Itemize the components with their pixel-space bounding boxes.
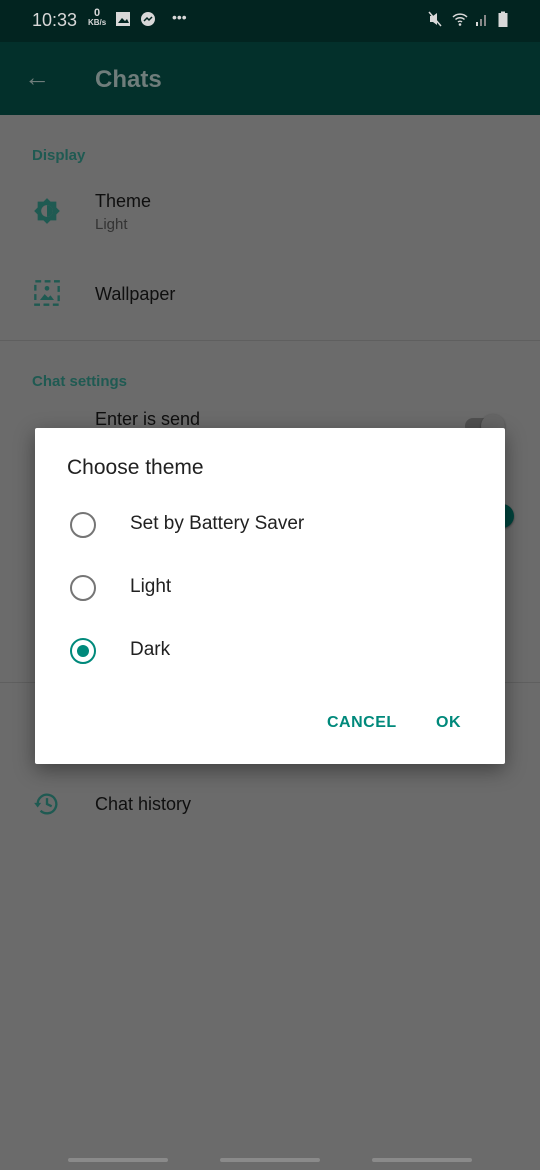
image-icon bbox=[116, 12, 130, 26]
section-chat-settings: Chat settings bbox=[32, 373, 128, 390]
status-bar: 10:33 0 KB/s ••• bbox=[0, 0, 540, 42]
cancel-button[interactable]: CANCEL bbox=[327, 714, 397, 732]
enter-is-send-title: Enter is send bbox=[95, 409, 201, 429]
wallpaper-icon bbox=[34, 280, 60, 306]
nav-back[interactable] bbox=[372, 1158, 472, 1162]
nav-recents[interactable] bbox=[68, 1158, 168, 1162]
nav-home[interactable] bbox=[220, 1158, 320, 1162]
net-speed: 0 KB/s bbox=[88, 7, 107, 28]
radio-button[interactable] bbox=[70, 575, 96, 601]
section-display: Display bbox=[32, 147, 86, 164]
theme-brightness-icon bbox=[34, 198, 60, 224]
option-label: Dark bbox=[130, 639, 171, 660]
divider bbox=[0, 340, 540, 341]
choose-theme-dialog: Choose theme Set by Battery Saver Light … bbox=[35, 428, 505, 764]
dialog-title: Choose theme bbox=[67, 456, 204, 479]
signal-icon bbox=[476, 15, 486, 26]
wifi-icon bbox=[452, 13, 468, 26]
chat-history-title: Chat history bbox=[95, 794, 192, 814]
radio-button-selected[interactable] bbox=[70, 638, 96, 664]
option-label: Light bbox=[130, 576, 172, 597]
theme-title: Theme bbox=[95, 191, 152, 211]
wallpaper-title: Wallpaper bbox=[95, 284, 176, 304]
ok-button[interactable]: OK bbox=[436, 714, 461, 732]
option-light[interactable]: Light bbox=[35, 560, 505, 616]
gesture-nav-bar bbox=[0, 1146, 540, 1170]
option-label: Set by Battery Saver bbox=[130, 513, 305, 534]
radio-button[interactable] bbox=[70, 512, 96, 538]
messenger-icon bbox=[141, 12, 155, 26]
mute-icon bbox=[428, 11, 442, 27]
clock: 10:33 bbox=[32, 10, 78, 30]
option-battery-saver[interactable]: Set by Battery Saver bbox=[35, 497, 505, 553]
battery-icon bbox=[498, 11, 508, 27]
app-bar: ← Chats bbox=[0, 42, 540, 115]
more-dots-icon: ••• bbox=[172, 9, 187, 25]
theme-value: Light bbox=[95, 216, 128, 233]
arrow-left-icon[interactable]: ← bbox=[24, 62, 50, 93]
option-dark[interactable]: Dark bbox=[35, 623, 505, 679]
history-icon bbox=[34, 793, 58, 815]
page-title: Chats bbox=[95, 66, 162, 93]
